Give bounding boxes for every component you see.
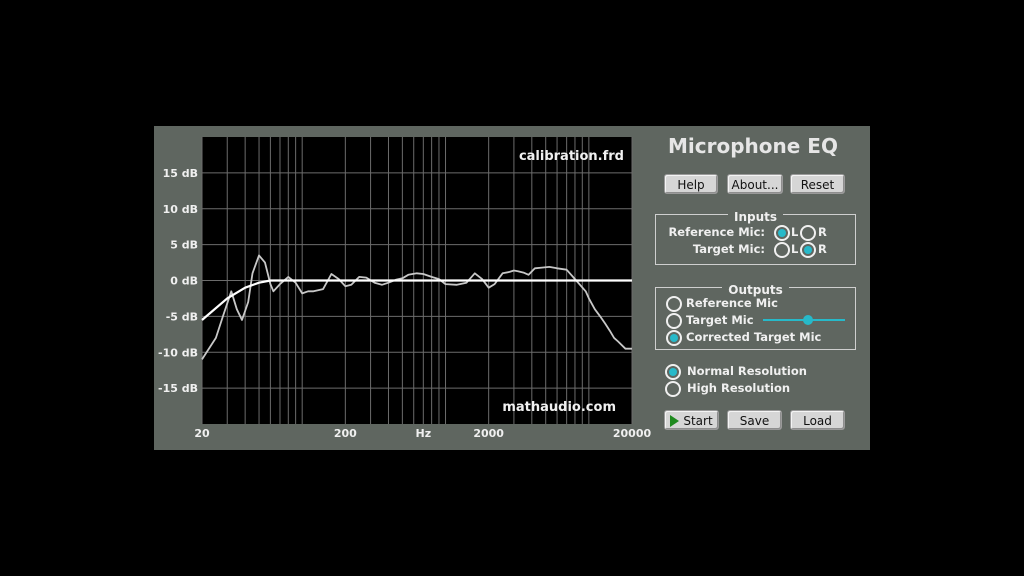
high-resolution-label: High Resolution (687, 381, 791, 395)
y-tick-label: -15 dB (158, 382, 198, 395)
reference-mic-label: Reference Mic: (668, 225, 765, 239)
reference-mic-right-label: R (818, 225, 827, 239)
save-button[interactable]: Save (727, 410, 782, 430)
microphone-eq-window: 15 dB 10 dB 5 dB 0 dB -5 dB -10 dB -15 dB 20 200… (154, 126, 870, 450)
target-mic-label: Target Mic: (692, 242, 765, 256)
reference-mic-right-radio[interactable] (800, 225, 816, 241)
outputs-group: Outputs Reference Mic Target Mic Correct… (655, 283, 856, 350)
output-reference-mic-label: Reference Mic (686, 296, 778, 310)
output-level-slider-knob[interactable] (803, 315, 814, 325)
play-icon (670, 414, 680, 427)
target-mic-left-radio[interactable] (774, 242, 790, 258)
high-resolution-radio[interactable] (665, 381, 681, 397)
watermark-label: mathaudio.com (502, 400, 616, 415)
y-tick-label: -10 dB (158, 346, 198, 359)
help-button[interactable]: Help (664, 174, 718, 194)
y-tick-label: 5 dB (170, 239, 198, 252)
x-axis-unit-label: Hz (416, 427, 432, 440)
output-target-mic-radio[interactable] (666, 313, 682, 329)
load-button[interactable]: Load (790, 410, 845, 430)
output-corrected-target-mic-label: Corrected Target Mic (686, 330, 822, 344)
x-tick-label: 2000 (473, 427, 504, 440)
y-tick-label: -5 dB (166, 310, 198, 323)
x-tick-label: 20000 (613, 427, 652, 440)
normal-resolution-label: Normal Resolution (687, 364, 807, 378)
start-button-label: Start (683, 414, 713, 428)
x-tick-label: 20 (194, 427, 210, 440)
x-tick-label: 200 (334, 427, 357, 440)
output-reference-mic-radio[interactable] (666, 296, 682, 312)
app-title: Microphone EQ (668, 134, 838, 158)
reference-mic-left-radio[interactable] (774, 225, 790, 241)
y-tick-label: 10 dB (163, 203, 198, 216)
output-target-mic-label: Target Mic (686, 313, 754, 327)
y-tick-label: 0 dB (170, 275, 198, 288)
y-tick-label: 15 dB (163, 167, 198, 180)
about-button[interactable]: About... (727, 174, 783, 194)
output-corrected-target-mic-radio[interactable] (666, 330, 682, 346)
inputs-group: Inputs Reference Mic: L R Target Mic: L … (655, 210, 856, 265)
normal-resolution-radio[interactable] (665, 364, 681, 380)
target-mic-left-label: L (791, 242, 799, 256)
outputs-title: Outputs (722, 283, 789, 297)
calibration-file-label: calibration.frd (519, 149, 624, 164)
inputs-title: Inputs (727, 210, 784, 224)
start-button[interactable]: Start (664, 410, 719, 430)
reference-mic-left-label: L (791, 225, 799, 239)
reset-button[interactable]: Reset (790, 174, 845, 194)
target-mic-right-radio[interactable] (800, 242, 816, 258)
target-mic-right-label: R (818, 242, 827, 256)
